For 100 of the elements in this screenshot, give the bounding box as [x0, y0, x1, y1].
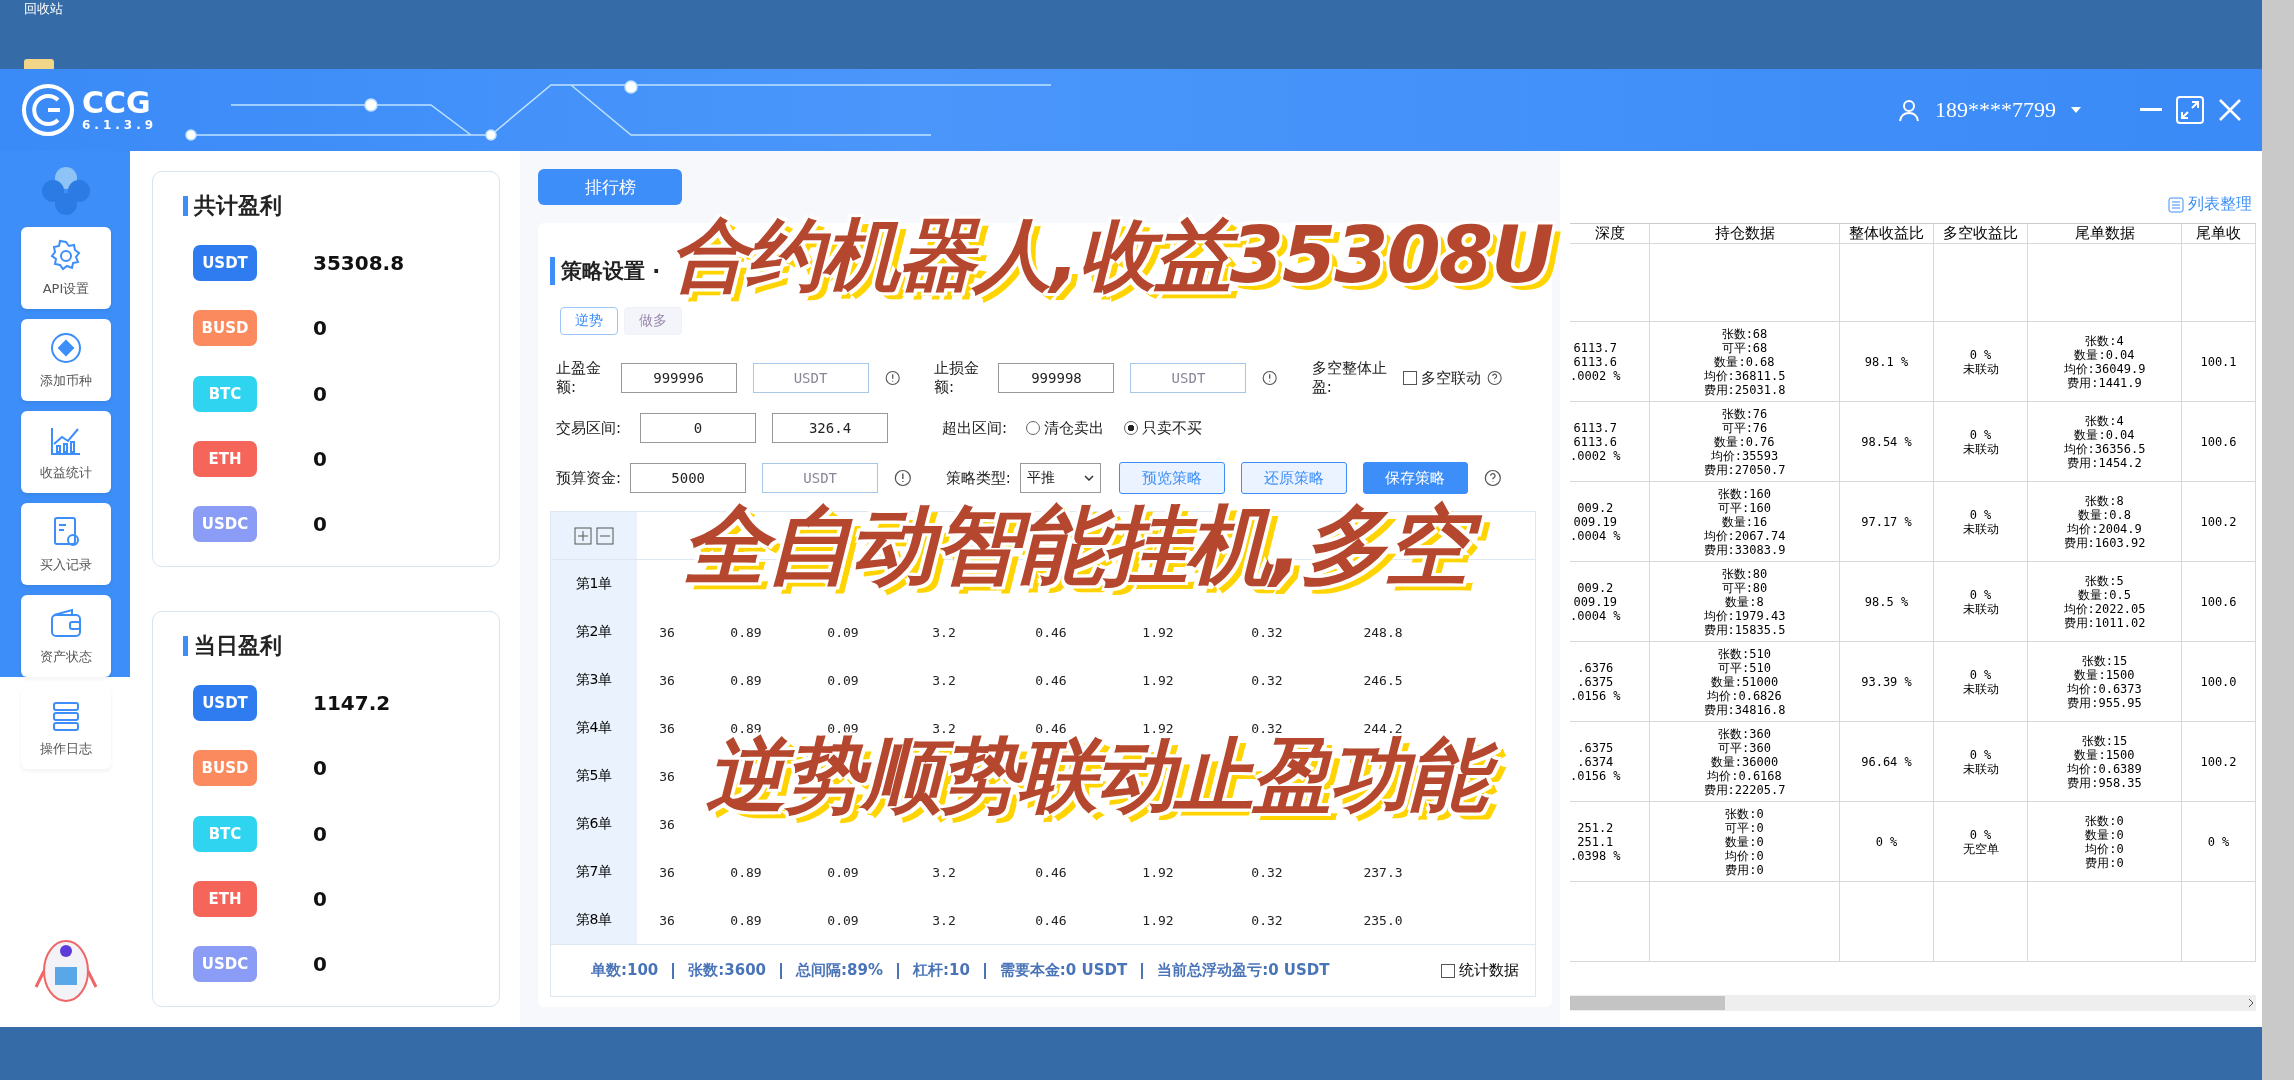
token-badge: ETH [193, 880, 257, 917]
row-label: 第6单 [551, 800, 637, 849]
table-cell: 100.2 [2182, 722, 2256, 802]
table-cell-text: 36 [658, 624, 676, 640]
table-cell: 98.5 % [1840, 562, 1934, 642]
table-cell: 张数:76 可平:76 数量:0.76 均价:35593 费用:27050.7 [1650, 402, 1840, 482]
profit-value: 0 [313, 886, 327, 911]
table-cell: 009.2 009.19 .0004 % [1570, 482, 1650, 562]
table-cell-text: 1.92 [1141, 864, 1175, 880]
table-cell-text: 36 [658, 768, 676, 784]
horizontal-scrollbar[interactable] [1570, 995, 2256, 1012]
table-cell: 0 % 未联动 [1934, 722, 2028, 802]
table-cell: 98.1 % [1840, 322, 1934, 402]
clover-logo-icon [40, 165, 92, 218]
table-cell: 张数:80 可平:80 数量:8 均价:1979.43 费用:15835.5 [1650, 562, 1840, 642]
table-cell: 97.17 % [1840, 482, 1934, 562]
profit-value: 0 [313, 512, 327, 536]
token-badge: BUSD [193, 310, 257, 347]
table-cell-text: 36 [658, 720, 676, 736]
nav-item[interactable]: 资产状态 [21, 595, 111, 678]
nav-item[interactable]: 操作日志 [21, 687, 111, 770]
table-cell-text: 0.46 [1034, 672, 1068, 688]
radio-button[interactable] [1026, 421, 1040, 436]
table-cell-text: 36 [658, 816, 676, 832]
collapse-icon[interactable] [596, 526, 614, 545]
table-cell-text: 0.89 [729, 864, 763, 880]
nav-item[interactable]: 添加币种 [21, 319, 111, 402]
close-icon[interactable] [2218, 98, 2242, 123]
amount-field[interactable]: 999998 [998, 363, 1115, 394]
nav-item[interactable]: API设置 [21, 227, 111, 310]
profit-value: 0 [313, 952, 327, 976]
table-cell: 张数:360 可平:360 数量:36000 均价:0.6168 费用:22205.7 [1650, 722, 1840, 802]
table-cell-text: 0.32 [1250, 864, 1284, 880]
table-cell: 0 % 未联动 [1934, 642, 2028, 722]
token-badge: USDC [193, 506, 257, 542]
table-cell: 0 % 未联动 [1934, 402, 2028, 482]
field-label: 止盈金额: [556, 359, 602, 398]
nav-item[interactable]: 买入记录 [21, 503, 111, 586]
radio-button[interactable] [1124, 421, 1138, 436]
table-cell-text: 3.2 [931, 864, 957, 880]
table-cell-text: 0.46 [1034, 864, 1068, 880]
summary-stat: 总间隔:89% [796, 961, 883, 981]
summary-stat: 当前总浮动盈亏:0 USDT [1157, 961, 1330, 981]
table-cell: 张数:510 可平:510 数量:51000 均价:0.6826 费用:34816.8 [1650, 642, 1840, 722]
column-header: 多空收益比 [1934, 224, 2028, 244]
table-cell: 张数:0 数量:0 均价:0 费用:0 [2028, 802, 2182, 882]
row-label: 第7单 [551, 848, 637, 897]
table-cell-text: 0.46 [1034, 912, 1068, 928]
field-label: 多空整体止盈: [1311, 359, 1388, 398]
table-cell: 96.64 % [1840, 722, 1934, 802]
unit-field[interactable]: USDT [752, 363, 869, 394]
radio-label: 只卖不买 [1142, 418, 1202, 438]
minimize-icon[interactable] [2140, 108, 2162, 113]
expand-icon[interactable] [574, 526, 592, 545]
table-cell: 张数:15 数量:1500 均价:0.6373 费用:955.95 [2028, 642, 2182, 722]
unit-field[interactable]: USDT [762, 463, 879, 494]
column-header: 持仓数据 [1650, 224, 1840, 244]
card-title: 当日盈利 [183, 636, 469, 657]
table-cell: 张数:4 数量:0.04 均价:36356.5 费用:1454.2 [2028, 402, 2182, 482]
row-label: 第3单 [551, 656, 637, 705]
stats-checkbox[interactable]: 统计数据 [1441, 961, 1519, 981]
token-badge: BUSD [193, 750, 257, 787]
strategy-type-select[interactable]: 平推 [1019, 463, 1101, 494]
row-label: 第5单 [551, 752, 637, 801]
token-badge: BTC [193, 375, 257, 412]
table-cell-text: 0.89 [729, 624, 763, 640]
table-cell-text: 0.32 [1250, 624, 1284, 640]
summary-stat: 单数:100 [591, 961, 659, 981]
range-low-field[interactable]: 0 [640, 413, 756, 444]
table-cell-text: 0.32 [1250, 672, 1284, 688]
column-header: 尾单收 [2182, 224, 2256, 244]
maximize-icon[interactable] [2176, 96, 2204, 125]
table-cell: .6376 .6375 .0156 % [1570, 642, 1650, 722]
field-label: 预算资金: [556, 468, 623, 488]
amount-field[interactable]: 5000 [630, 463, 747, 494]
table-cell: 0 % 未联动 [1934, 482, 2028, 562]
table-cell: 张数:15 数量:1500 均价:0.6389 费用:958.35 [2028, 722, 2182, 802]
profit-value: 1147.2 [313, 691, 391, 716]
row-label: 第1单 [551, 560, 637, 609]
nav-item[interactable]: 收益统计 [21, 411, 111, 494]
amount-field[interactable]: 999996 [620, 363, 737, 394]
user-icon[interactable] [1897, 98, 1921, 123]
chevron-right-icon[interactable] [2246, 998, 2256, 1009]
summary-stat: 杠杆:10 [912, 961, 970, 981]
table-cell: 张数:8 数量:0.8 均价:2004.9 费用:1603.92 [2028, 482, 2182, 562]
linkage-checkbox[interactable]: 多空联动 [1402, 368, 1481, 388]
table-cell-text: 0.89 [729, 672, 763, 688]
range-high-field[interactable]: 326.4 [772, 413, 888, 444]
token-badge: ETH [193, 440, 257, 477]
profit-value: 0 [313, 381, 327, 406]
unit-field[interactable]: USDT [1130, 363, 1247, 394]
table-cell-text: 246.5 [1362, 672, 1404, 688]
video-caption: 全自动智能挂机,多空 [676, 498, 1485, 600]
profit-value: 0 [313, 316, 327, 341]
table-cell: 0 % [1840, 802, 1934, 882]
table-cell: 张数:5 数量:0.5 均价:2022.05 费用:1011.02 [2028, 562, 2182, 642]
folder-icon [24, 59, 54, 70]
summary-stat: 张数:3600 [688, 961, 767, 981]
caret-icon[interactable] [2070, 106, 2082, 115]
table-cell: 98.54 % [1840, 402, 1934, 482]
